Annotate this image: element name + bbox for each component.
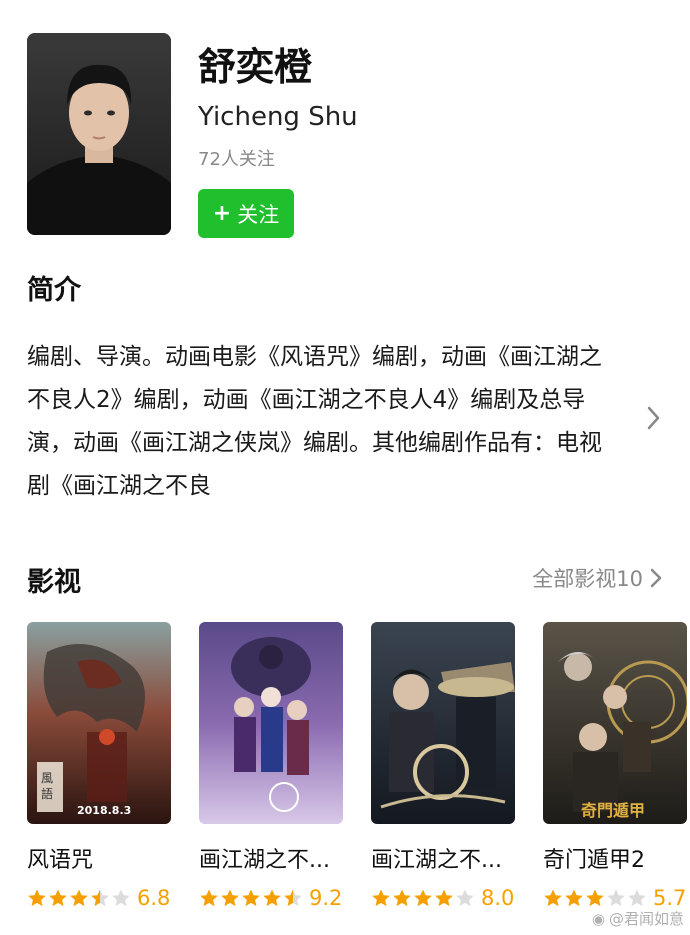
star-icon [200, 889, 218, 907]
svg-text:奇門遁甲: 奇門遁甲 [581, 801, 645, 820]
star-icon [284, 889, 302, 907]
star-icon [586, 889, 604, 907]
film-score: 9.2 [309, 886, 343, 910]
follow-button-label: 关注 [237, 202, 280, 227]
follower-count: 72人关注 [198, 149, 275, 170]
rating-row: 5.7 [543, 886, 687, 910]
svg-text:語: 語 [41, 786, 53, 801]
watermark-text: @君闻如意 [608, 910, 684, 928]
film-title: 画江湖之不... [199, 848, 330, 873]
avatar [27, 33, 171, 235]
star-icon [628, 889, 646, 907]
film-score: 6.8 [137, 886, 171, 910]
star-icon [242, 889, 260, 907]
chevron-right-icon [650, 568, 662, 588]
intro-text[interactable]: 编剧、导演。动画电影《风语咒》编剧，动画《画江湖之不良人2》编剧，动画《画江湖之… [27, 336, 617, 508]
film-card[interactable]: 風 語 2018.8.3 风语咒 6.8 [27, 622, 171, 910]
watermark: ◉ @君闻如意 [592, 908, 684, 929]
poster-date: 2018.8.3 [77, 804, 131, 817]
name-english: Yicheng Shu [198, 102, 358, 132]
star-icon [91, 889, 109, 907]
film-title: 奇门遁甲2 [543, 848, 645, 873]
star-icon [263, 889, 281, 907]
weibo-icon: ◉ [591, 909, 605, 928]
film-score: 5.7 [653, 886, 687, 910]
name-chinese: 舒奕橙 [198, 45, 313, 89]
star-rating [543, 888, 647, 908]
poster-image [199, 622, 343, 824]
star-icon [607, 889, 625, 907]
poster-image: 風 語 2018.8.3 [27, 622, 171, 824]
star-icon [393, 889, 411, 907]
film-card[interactable]: 画江湖之不... 9.2 [199, 622, 343, 910]
follow-button[interactable]: + 关注 [198, 189, 294, 238]
plus-icon: + [212, 201, 232, 226]
films-title: 影视 [27, 567, 81, 598]
intro-title: 简介 [27, 275, 81, 306]
film-title: 画江湖之不... [371, 848, 502, 873]
svg-text:風: 風 [41, 771, 53, 785]
all-films-label: 全部影视10 [532, 567, 643, 591]
star-rating [371, 888, 475, 908]
star-icon [372, 889, 390, 907]
star-rating [27, 888, 131, 908]
film-title: 风语咒 [27, 848, 94, 873]
star-icon [221, 889, 239, 907]
rating-row: 9.2 [199, 886, 343, 910]
film-score: 8.0 [481, 886, 515, 910]
star-icon [456, 889, 474, 907]
film-card[interactable]: 画江湖之不... 8.0 [371, 622, 515, 910]
poster-image [371, 622, 515, 824]
star-icon [414, 889, 432, 907]
star-icon [28, 889, 46, 907]
star-icon [435, 889, 453, 907]
star-icon [70, 889, 88, 907]
star-icon [112, 889, 130, 907]
rating-row: 6.8 [27, 886, 171, 910]
star-rating [199, 888, 303, 908]
star-icon [49, 889, 67, 907]
film-card[interactable]: 奇門遁甲 奇门遁甲2 5.7 [543, 622, 687, 910]
all-films-link[interactable]: 全部影视10 [532, 563, 663, 593]
star-icon [565, 889, 583, 907]
chevron-right-icon[interactable] [644, 403, 664, 433]
rating-row: 8.0 [371, 886, 515, 910]
star-icon [544, 889, 562, 907]
poster-image: 奇門遁甲 [543, 622, 687, 824]
